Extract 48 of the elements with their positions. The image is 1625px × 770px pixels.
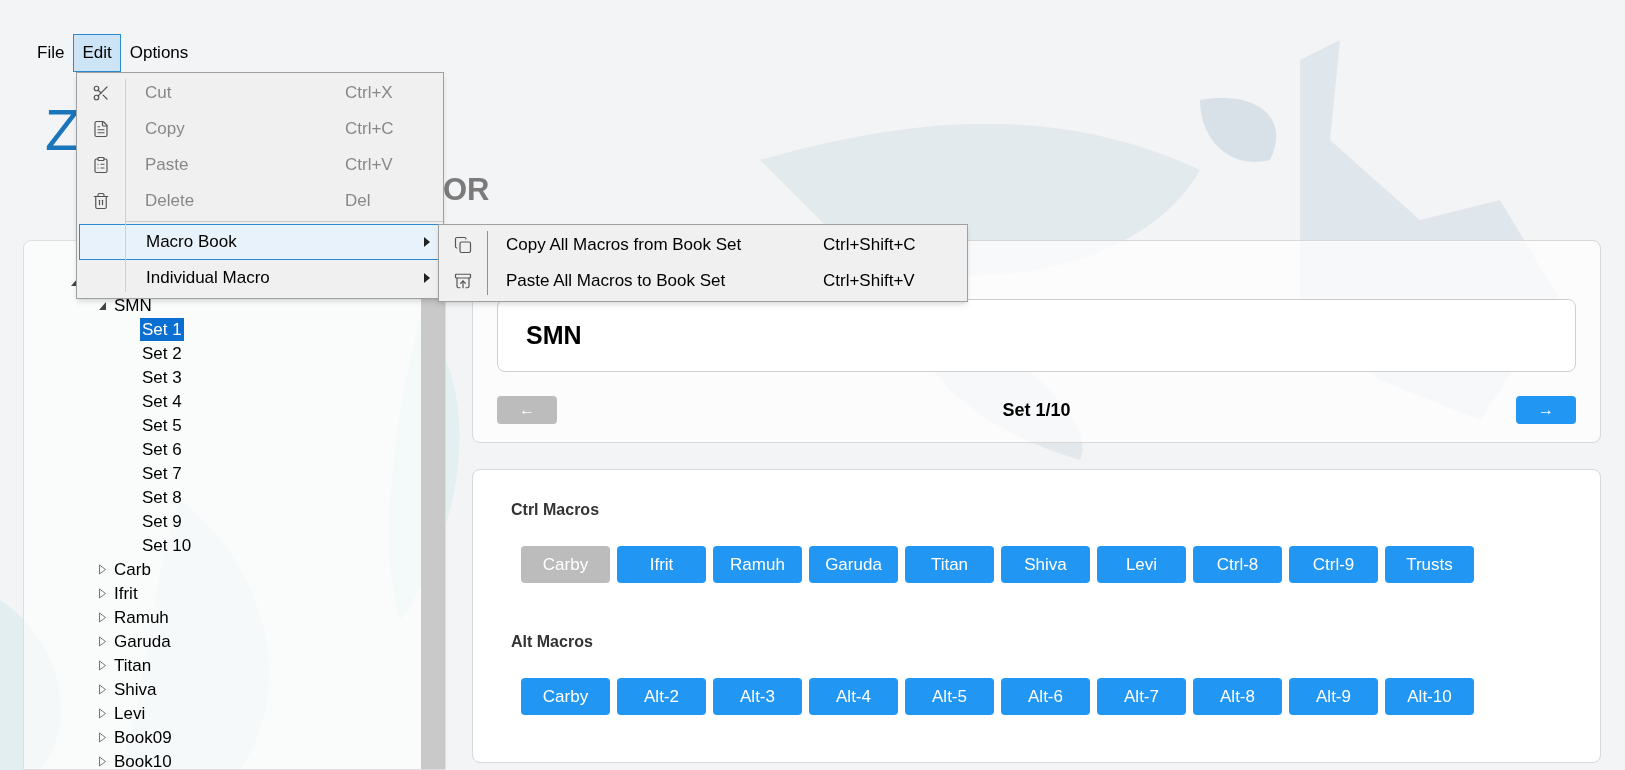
tree-item[interactable]: Set 9 [140,509,184,533]
document-icon [92,120,110,138]
menu-bar-item[interactable]: File [28,34,74,72]
tree-item[interactable]: Set 8 [140,485,184,509]
collapsed-triangle-icon[interactable] [97,731,107,743]
menu-item[interactable]: Copy All Macros from Book Set Ctrl+Shift+C [439,227,967,263]
collapsed-triangle-icon[interactable] [97,635,107,647]
collapsed-triangle-icon[interactable] [97,563,107,575]
menu-bar-item[interactable]: Options [120,34,198,72]
submenu-item[interactable]: Macro Book [79,224,441,260]
tree-item[interactable]: Set 5 [140,413,184,437]
set-label: Set 1/10 [1002,398,1071,422]
submenu-item[interactable]: Individual Macro [79,260,441,296]
tree-item[interactable]: Set 10 [140,533,194,557]
menu-bar-item[interactable]: Edit [73,34,121,72]
collapsed-triangle-icon[interactable] [97,707,107,719]
collapsed-triangle-icon[interactable] [97,755,107,767]
tree-item[interactable]: Ifrit [112,581,140,605]
submenu-arrow-icon [424,237,430,247]
tree-item[interactable]: Set 3 [140,365,184,389]
tree-item[interactable]: Levi [112,701,148,725]
menu-item[interactable]: Paste All Macros to Book Set Ctrl+Shift+V [439,263,967,299]
scissors-icon [92,84,110,102]
trash-icon [92,192,110,210]
tree-item[interactable]: Carb [112,557,153,581]
group-heading: Alt Macros [511,632,594,652]
tree-item[interactable]: Set 6 [140,437,184,461]
copy-icon [454,236,472,254]
tray-icon [454,272,472,290]
tree-item[interactable]: Shiva [112,677,159,701]
tree-item[interactable]: Book09 [112,725,174,749]
tree-item[interactable]: Set 2 [140,341,184,365]
collapsed-triangle-icon[interactable] [97,683,107,695]
book-name-field[interactable]: SMN [497,299,1576,372]
clipboard-icon [92,156,110,174]
group-heading: Ctrl Macros [511,500,601,520]
tree-item[interactable]: Set 4 [140,389,184,413]
collapsed-triangle-icon[interactable] [97,587,107,599]
tree-item[interactable]: Set 1 [140,317,184,341]
tree-item[interactable]: Garuda [112,629,173,653]
collapsed-triangle-icon[interactable] [97,659,107,671]
tree-item[interactable]: Ramuh [112,605,171,629]
tree-item[interactable]: Book10 [112,749,174,770]
collapsed-triangle-icon[interactable] [97,611,107,623]
tree-item[interactable]: Set 7 [140,461,184,485]
submenu-arrow-icon [424,273,430,283]
app-subtitle: OR [443,172,490,208]
tree-item[interactable]: Titan [112,653,154,677]
